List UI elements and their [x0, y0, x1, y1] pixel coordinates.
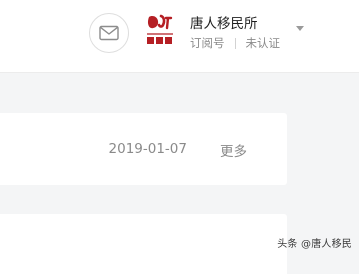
more-button[interactable]: 更多 — [220, 140, 247, 160]
meta-divider — [234, 37, 236, 49]
account-type: 订阅号 — [190, 36, 225, 50]
caret-down-icon[interactable] — [296, 26, 304, 31]
verification-status: 未认证 — [245, 36, 281, 50]
account-meta: 订阅号 未认证 — [190, 35, 280, 51]
brand-logo — [147, 14, 173, 44]
article-card: 2019-01-07 更多 — [0, 113, 287, 185]
account-name[interactable]: 唐人移民所 — [190, 12, 258, 32]
article-card-secondary — [0, 214, 287, 274]
watermark: 头条 @唐人移民 — [277, 239, 352, 250]
top-bar: 唐人移民所 订阅号 未认证 — [0, 0, 359, 73]
messages-button[interactable] — [89, 13, 129, 53]
article-date: 2019-01-07 — [108, 141, 187, 157]
account-avatar[interactable] — [142, 13, 178, 49]
envelope-icon — [99, 25, 119, 41]
